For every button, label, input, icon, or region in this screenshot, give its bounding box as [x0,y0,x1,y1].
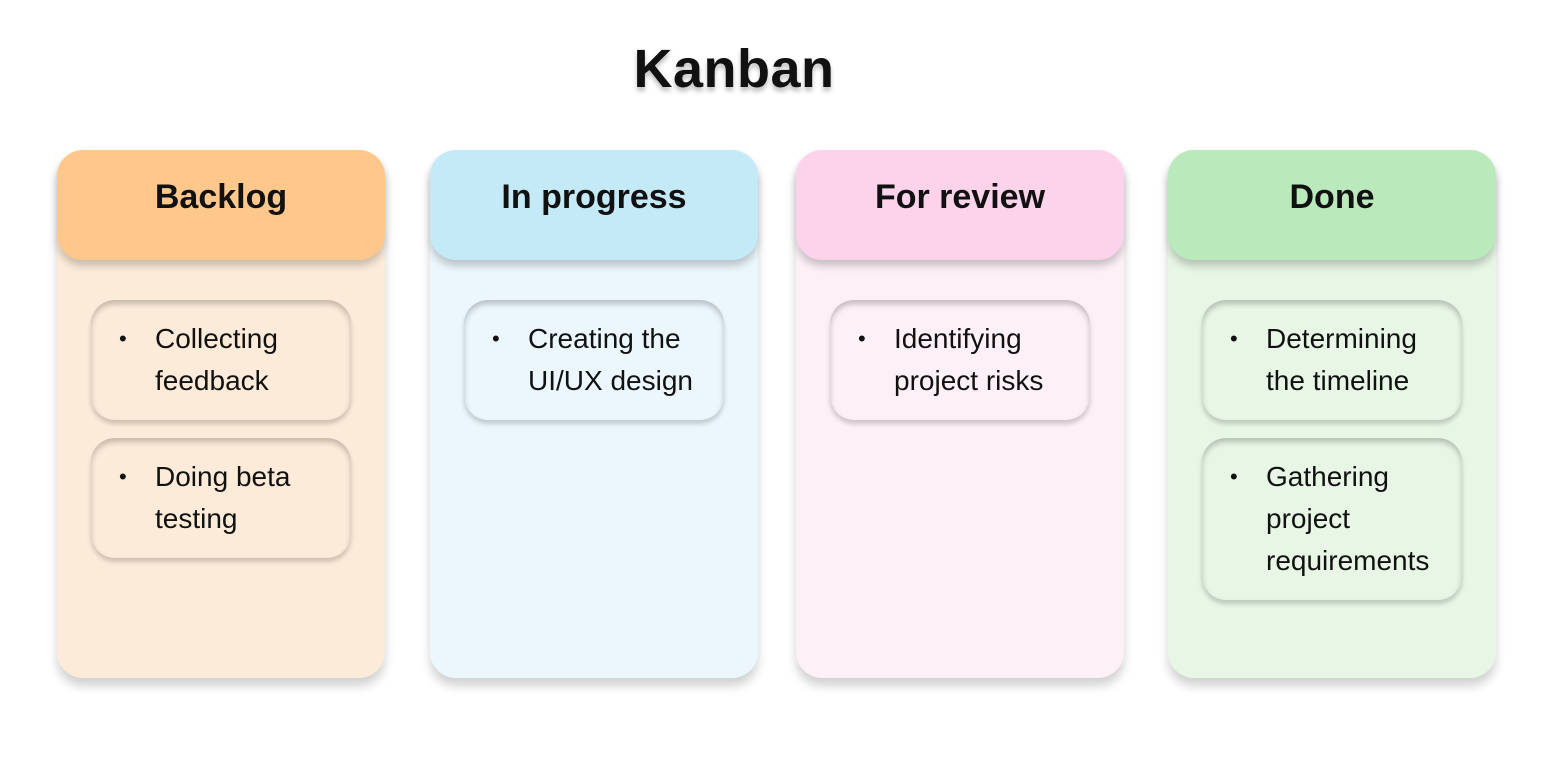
column-header: Done [1168,150,1496,260]
column-for-review: For review • Identifying project risks [796,150,1124,678]
board-title: Kanban [633,39,835,99]
column-header: In progress [430,150,758,260]
task-text: Collecting feedback [155,323,278,396]
card-list: • Collecting feedback • Doing beta testing [91,300,351,576]
bullet-icon: • [1230,464,1238,489]
bullet-icon: • [492,326,500,351]
task-text: Identifying project risks [894,323,1044,396]
task-text: Doing beta testing [155,461,291,534]
card-list: • Identifying project risks [830,300,1090,438]
bullet-icon: • [119,464,127,489]
task-text: Creating the UI/UX design [528,323,693,396]
column-header: Backlog [57,150,385,260]
task-card[interactable]: • Doing beta testing [91,438,351,558]
column-done: Done • Determining the timeline • Gathering … [1168,150,1496,678]
task-card[interactable]: • Identifying project risks [830,300,1090,420]
bullet-icon: • [1230,326,1238,351]
card-list: • Creating the UI/UX design [464,300,724,438]
card-list: • Determining the timeline • Gathering proj… [1202,300,1462,618]
task-card[interactable]: • Gathering project requirements [1202,438,1462,600]
bullet-icon: • [119,326,127,351]
task-card[interactable]: • Determining the timeline [1202,300,1462,420]
column-header: For review [796,150,1124,260]
task-text: Determining the timeline [1266,323,1417,396]
task-card[interactable]: • Collecting feedback [91,300,351,420]
column-backlog: Backlog • Collecting feedback • Doing beta t… [57,150,385,678]
task-card[interactable]: • Creating the UI/UX design [464,300,724,420]
task-text: Gathering project requirements [1266,461,1430,576]
bullet-icon: • [858,326,866,351]
column-in-progress: In progress • Creating the UI/UX design [430,150,758,678]
